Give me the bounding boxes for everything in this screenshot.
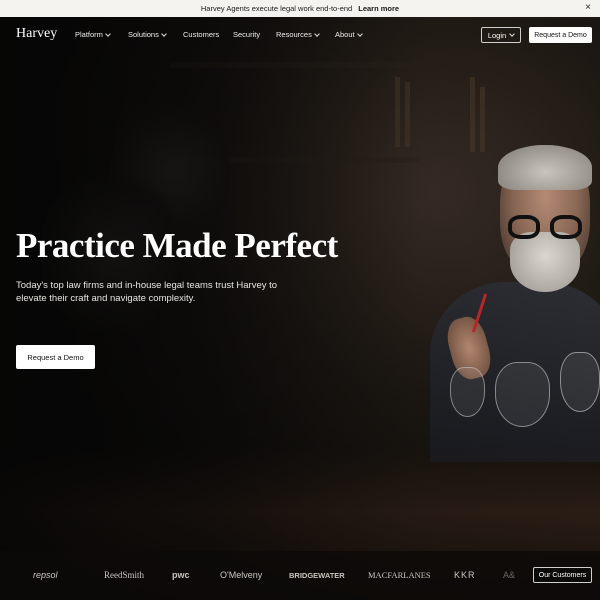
close-icon[interactable]: × — [585, 2, 591, 13]
nav-about[interactable]: About — [335, 30, 363, 39]
nav-label: Platform — [75, 30, 103, 39]
nav-label: About — [335, 30, 355, 39]
nav-solutions[interactable]: Solutions — [128, 30, 167, 39]
chevron-down-icon — [161, 30, 167, 37]
nav-platform[interactable]: Platform — [75, 30, 111, 39]
chevron-down-icon — [356, 30, 363, 37]
announcement-bar: Harvey Agents execute legal work end-to-… — [0, 0, 600, 17]
hero-overlay — [0, 17, 600, 600]
harvey-logo[interactable]: Harvey — [16, 26, 57, 42]
login-button[interactable]: Login — [481, 27, 521, 43]
learn-more-link[interactable]: Learn more — [358, 4, 399, 13]
nav-resources[interactable]: Resources — [276, 30, 320, 39]
customer-logo-pwc: pwc — [172, 570, 190, 580]
chevron-down-icon — [509, 31, 516, 37]
request-demo-hero-button[interactable]: Request a Demo — [16, 345, 95, 369]
nav-label: Solutions — [128, 30, 159, 39]
hero-subline: Today's top law firms and in-house legal… — [16, 280, 278, 304]
chevron-down-icon — [105, 30, 111, 37]
nav-label: Customers — [183, 30, 220, 39]
customer-logo-kkr: KKR — [454, 570, 476, 580]
customer-logo-partial: A& — [503, 570, 516, 580]
hero-background-image — [0, 17, 600, 600]
customer-logo-omelveny: O'Melveny — [220, 570, 263, 580]
login-label: Login — [487, 30, 507, 40]
customer-logo-bridgewater: BRIDGEWATER — [289, 571, 345, 580]
nav-label: Security — [233, 30, 261, 39]
nav-customers[interactable]: Customers — [183, 30, 219, 39]
nav-label: Resources — [276, 30, 312, 39]
our-customers-button[interactable]: Our Customers — [533, 567, 592, 583]
nav-security[interactable]: Security — [233, 30, 260, 39]
customer-logo-macfarlanes: MACFARLANES — [368, 570, 431, 580]
customer-logo-reedsmith: ReedSmith — [104, 570, 144, 580]
customer-logo-repsol: repsol — [33, 570, 58, 580]
request-demo-nav-button[interactable]: Request a Demo — [529, 27, 592, 43]
chevron-down-icon — [314, 30, 320, 37]
announcement-text: Harvey Agents execute legal work end-to-… — [200, 4, 353, 13]
hero-headline: Practice Made Perfect — [16, 226, 338, 265]
